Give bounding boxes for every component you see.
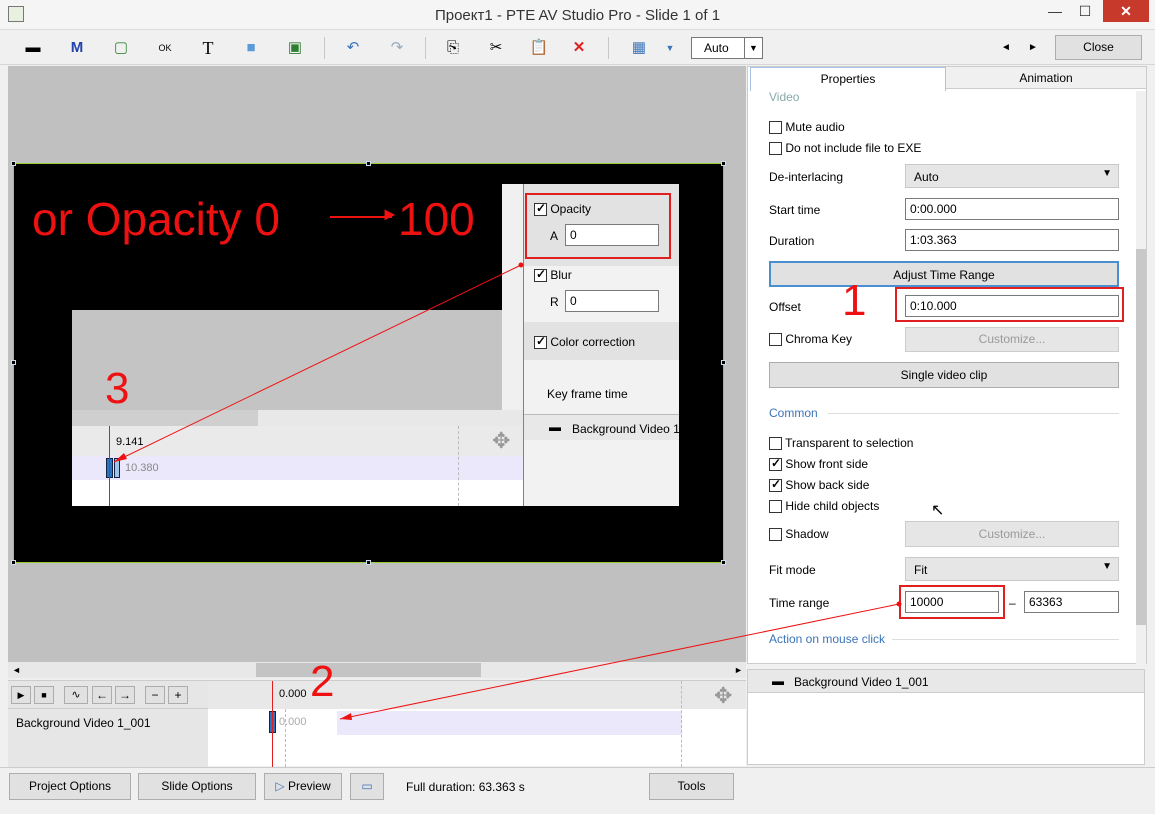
- preview-button[interactable]: ▷ Preview: [264, 773, 342, 800]
- annotation-lines: [113, 262, 902, 720]
- publish-icon-button[interactable]: ▭: [350, 773, 384, 800]
- full-duration-text: Full duration: 63.363 s: [406, 780, 525, 794]
- preview-icon: ▷: [275, 779, 285, 793]
- project-options-button[interactable]: Project Options: [9, 773, 131, 800]
- preview-label: Preview: [287, 779, 331, 793]
- slide-options-button[interactable]: Slide Options: [138, 773, 256, 800]
- tools-button[interactable]: Tools: [649, 773, 734, 800]
